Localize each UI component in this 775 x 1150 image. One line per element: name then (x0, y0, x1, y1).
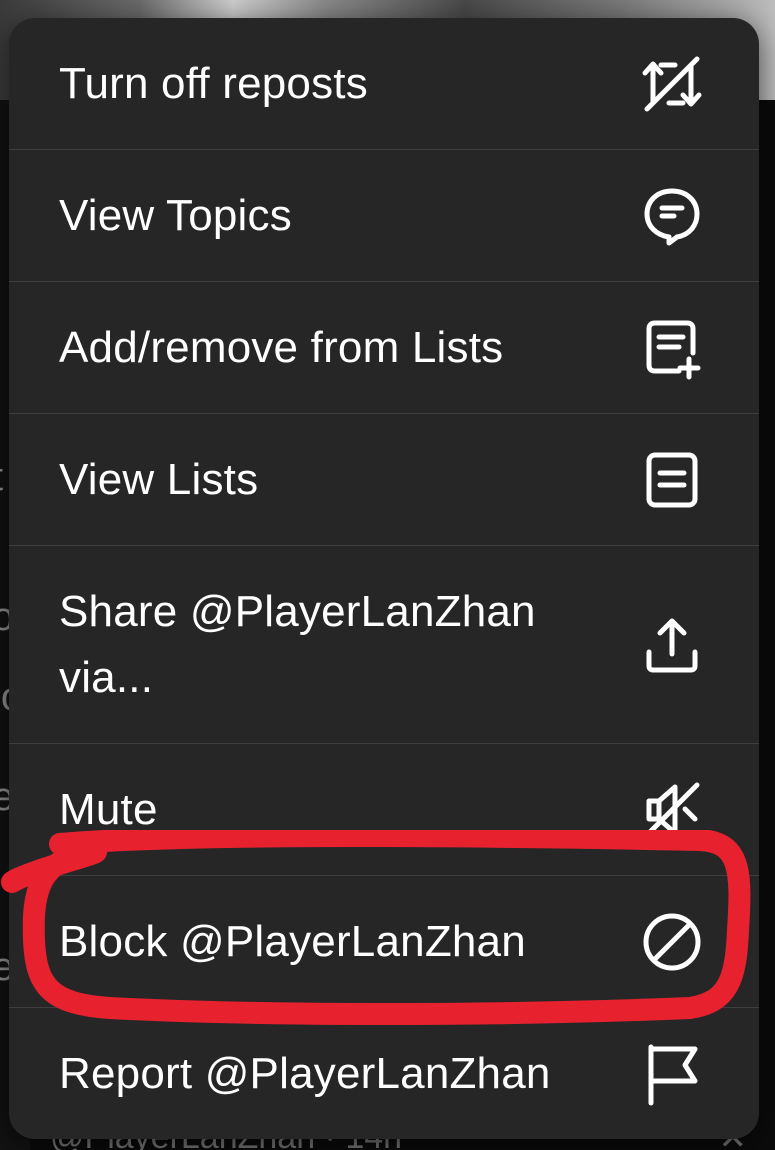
share-icon (639, 612, 705, 678)
menu-item-turn-off-reposts[interactable]: Turn off reposts (9, 18, 759, 150)
menu-item-label: Share @PlayerLanZhan via... (59, 586, 536, 702)
menu-item-view-lists[interactable]: View Lists (9, 414, 759, 546)
menu-item-block[interactable]: Block @PlayerLanZhan (9, 876, 759, 1008)
menu-item-view-topics[interactable]: View Topics (9, 150, 759, 282)
repost-off-icon (639, 51, 705, 117)
menu-item-label: Block @PlayerLanZhan (59, 916, 526, 966)
mute-icon (639, 777, 705, 843)
menu-item-label: Turn off reposts (59, 58, 368, 108)
topic-bubble-icon (639, 183, 705, 249)
flag-icon (639, 1041, 705, 1107)
menu-item-label: View Topics (59, 190, 292, 240)
menu-item-report[interactable]: Report @PlayerLanZhan (9, 1008, 759, 1139)
menu-item-share[interactable]: Share @PlayerLanZhan via... (9, 546, 759, 744)
menu-item-label: Report @PlayerLanZhan (59, 1049, 551, 1098)
menu-item-add-remove-lists[interactable]: Add/remove from Lists (9, 282, 759, 414)
menu-item-label: View Lists (59, 454, 259, 504)
background-glyph: t (0, 455, 3, 500)
menu-item-label: Mute (59, 784, 158, 834)
block-icon (639, 909, 705, 975)
list-add-icon (639, 315, 705, 381)
screen: t i o lo e e @PlayerLanZhan · 14h ✕ Turn… (0, 0, 775, 1150)
background-glyph: i (0, 515, 1, 560)
menu-item-label: Add/remove from Lists (59, 322, 504, 372)
tweet-options-menu: Turn off reposts View Topics Add/remove … (9, 18, 759, 1139)
menu-item-mute[interactable]: Mute (9, 744, 759, 876)
list-icon (639, 447, 705, 513)
